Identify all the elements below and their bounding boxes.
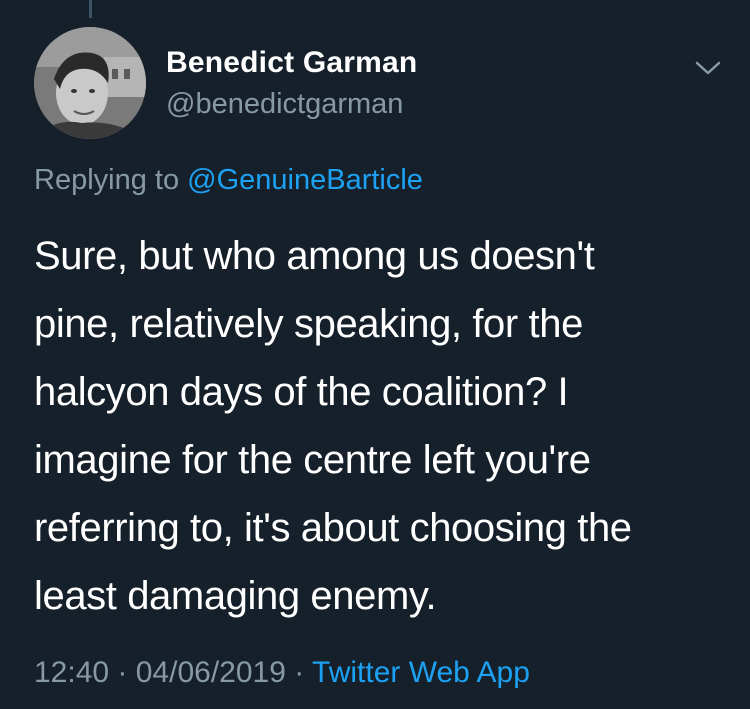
tweet-text-line: halcyon days of the coalition? I [34,370,569,414]
author-name[interactable]: Benedict Garman [166,46,417,80]
replying-to-label: Replying to @GenuineBarticle [34,164,423,197]
tweet-source-link[interactable]: Twitter Web App [312,656,530,689]
avatar[interactable] [34,27,146,139]
tweet-date[interactable]: 04/06/2019 [136,656,286,689]
author-handle[interactable]: @benedictgarman [166,88,403,121]
tweet-time[interactable]: 12:40 [34,656,109,689]
reply-mention-link[interactable]: @GenuineBarticle [187,164,423,196]
tweet-text-line: referring to, it's about choosing the [34,506,632,550]
tweet-text-line: Sure, but who among us doesn't [34,234,595,278]
tweet-meta: 12:40 · 04/06/2019 · Twitter Web App [34,656,530,690]
tweet-text-line: imagine for the centre left you're [34,438,591,482]
chevron-down-icon[interactable] [694,58,722,78]
tweet-text: Sure, but who among us doesn't pine, rel… [34,222,724,630]
thread-connector-line [89,0,92,18]
meta-separator: · [285,656,313,689]
tweet-text-line: pine, relatively speaking, for the [34,302,583,346]
replying-to-prefix: Replying to [34,164,188,196]
meta-separator: · [109,656,136,689]
tweet-text-line: least damaging enemy. [34,574,437,618]
tweet-card: Benedict Garman @benedictgarman Replying… [0,0,750,709]
